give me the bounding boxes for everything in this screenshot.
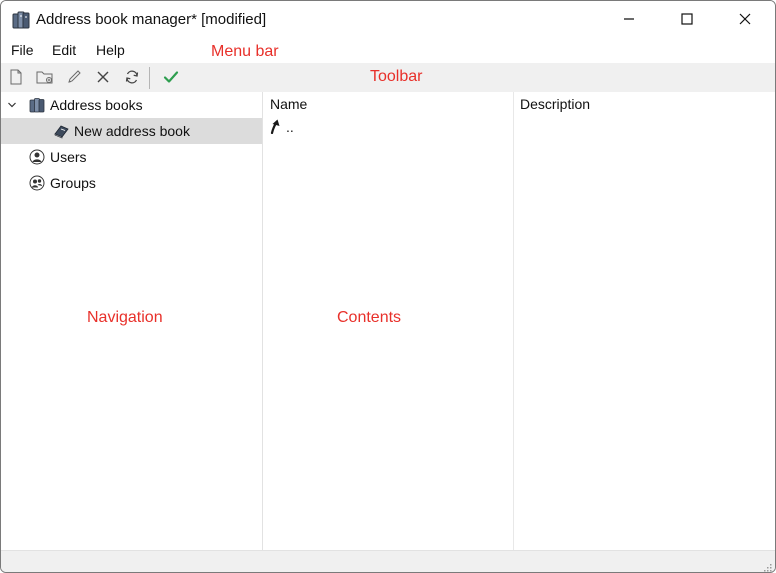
apply-check-icon [163,69,179,88]
delete-button[interactable] [92,67,114,89]
refresh-icon [124,69,140,88]
list-item-name: .. [286,119,294,135]
tree-item-new-address-book[interactable]: New address book [1,118,262,144]
menu-help[interactable]: Help [96,42,125,58]
group-icon [28,174,46,192]
toolbar-separator [149,67,150,89]
address-books-icon [11,10,31,30]
tree-item-groups[interactable]: Groups [1,170,262,196]
overlay-label-menu-bar: Menu bar [211,43,279,60]
close-button[interactable] [716,1,774,39]
tree-item-address-books[interactable]: Address books [1,92,262,118]
new-folder-button[interactable] [34,67,56,89]
tree-item-label: Users [50,149,87,165]
overlay-label-toolbar: Toolbar [370,68,423,85]
title-bar[interactable]: Address book manager* [modified] [1,1,775,39]
refresh-button[interactable] [121,67,143,89]
maximize-icon [681,12,693,28]
tree-item-label: Groups [50,175,96,191]
column-header-description[interactable]: Description [520,92,590,116]
tree-item-users[interactable]: Users [1,144,262,170]
overlay-label-navigation: Navigation [87,309,163,326]
edit-pencil-icon [66,69,82,88]
menu-bar: File Edit Help [1,39,775,63]
menu-edit[interactable]: Edit [52,42,76,58]
address-book-icon [52,122,70,140]
tree-item-label: Address books [50,97,143,113]
chevron-down-icon[interactable] [6,99,18,111]
maximize-button[interactable] [658,1,716,39]
column-header-name[interactable]: Name [270,92,307,116]
overlay-label-contents: Contents [337,309,402,326]
up-arrow-icon [269,118,283,137]
app-window: Address book manager* [modified] File Ed… [0,0,776,573]
user-icon [28,148,46,166]
apply-button[interactable] [160,67,182,89]
address-books-icon [28,96,46,114]
list-item-parent[interactable]: .. [269,117,294,137]
new-button[interactable] [5,67,27,89]
window-title: Address book manager* [modified] [36,11,267,28]
delete-x-icon [96,70,110,87]
column-divider[interactable] [513,92,514,550]
edit-button[interactable] [63,67,85,89]
menu-file[interactable]: File [11,42,34,58]
status-bar [1,550,775,572]
new-file-icon [9,69,23,88]
resize-grip-icon[interactable] [762,559,772,572]
minimize-button[interactable] [600,1,658,39]
minimize-icon [623,12,635,28]
new-folder-icon [36,69,54,88]
tree-item-label: New address book [74,123,190,139]
close-icon [739,12,751,28]
